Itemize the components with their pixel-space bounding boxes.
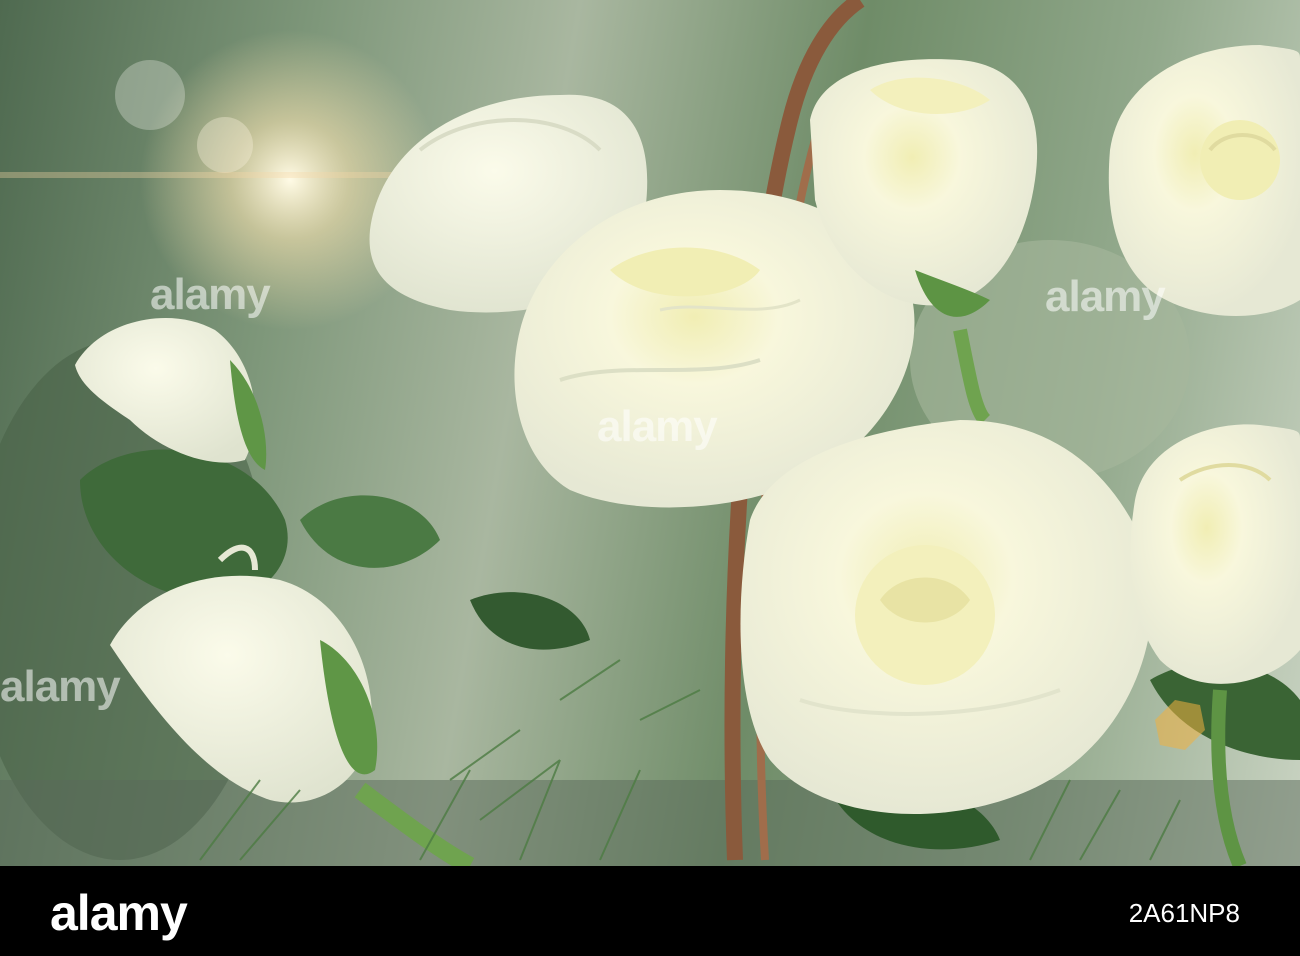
stock-photo-page: alamy alamy alamy alamy alamy 2A61NP8 bbox=[0, 0, 1300, 956]
alamy-logo: alamy bbox=[50, 885, 188, 941]
footer-bar: alamy 2A61NP8 bbox=[0, 866, 1300, 956]
roses-illustration bbox=[0, 0, 1300, 866]
rose-bottom-large bbox=[740, 420, 1153, 814]
image-id: 2A61NP8 bbox=[1128, 898, 1240, 928]
rose-top-right bbox=[1108, 45, 1300, 317]
rose-right-bud bbox=[1130, 424, 1300, 684]
white-roses-photo: alamy alamy alamy alamy bbox=[0, 0, 1300, 866]
